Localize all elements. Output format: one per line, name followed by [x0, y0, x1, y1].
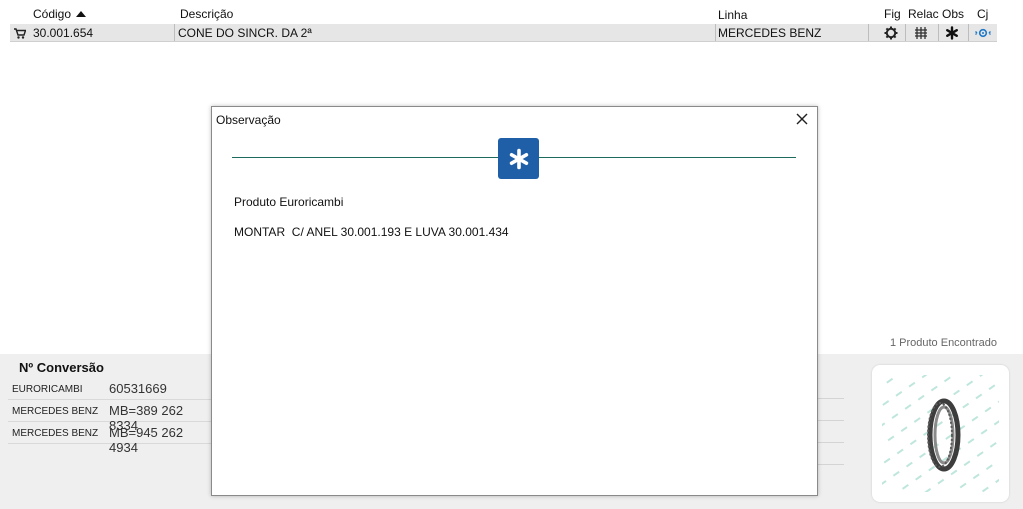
header-obs: Obs [942, 7, 965, 21]
conversion-title: Nº Conversão [19, 360, 104, 375]
cone-ring-image [882, 375, 999, 492]
header-linha[interactable]: Linha [718, 8, 747, 22]
table-header: Código Descrição Linha Fig Relac Obs Cj [0, 0, 1023, 22]
header-fig: Fig [884, 7, 901, 21]
sort-ascending-icon [76, 11, 87, 17]
gear-icon[interactable] [883, 25, 899, 41]
column-divider [174, 24, 175, 41]
results-count: 1 Produto Encontrado [889, 337, 997, 349]
list-item[interactable]: EURORICAMBI 60531669 [8, 378, 214, 400]
divider [816, 420, 844, 421]
conversion-brand: EURORICAMBI [12, 384, 83, 395]
close-icon[interactable] [795, 112, 809, 126]
observation-text-1: Produto Euroricambi [234, 195, 344, 209]
header-codigo[interactable]: Código [33, 7, 87, 21]
row-linha: MERCEDES BENZ [718, 26, 822, 40]
observation-dialog: Observação Produto Euroricambi MONTAR C/… [211, 106, 818, 496]
conversion-brand: MERCEDES BENZ [12, 428, 99, 439]
cart-icon[interactable] [12, 25, 28, 41]
relation-icon[interactable] [913, 25, 929, 41]
set-icon[interactable] [975, 25, 991, 41]
column-divider [868, 24, 869, 41]
column-divider [938, 24, 939, 41]
conversion-number: 60531669 [109, 381, 167, 396]
asterisk-icon[interactable] [944, 25, 960, 41]
product-image[interactable] [872, 365, 1009, 502]
conversion-number: MB=945 262 4934 [109, 425, 184, 455]
divider [816, 398, 844, 399]
column-divider [905, 24, 906, 41]
header-descricao[interactable]: Descrição [180, 7, 233, 21]
row-codigo: 30.001.654 [33, 26, 94, 40]
list-item[interactable]: MERCEDES BENZ MB=389 262 8334 [8, 400, 214, 433]
divider [816, 442, 844, 443]
table-row[interactable]: 30.001.654 CONE DO SINCR. DA 2ª MERCEDES… [10, 24, 997, 42]
conversion-brand: MERCEDES BENZ [12, 406, 99, 417]
column-divider [968, 24, 969, 41]
observation-text-2: MONTAR C/ ANEL 30.001.193 E LUVA 30.001.… [234, 225, 509, 239]
column-divider [715, 24, 716, 41]
asterisk-icon [498, 138, 539, 179]
header-cj: Cj [977, 7, 989, 21]
header-relac: Relac [908, 7, 939, 21]
divider [816, 464, 844, 465]
list-item[interactable]: MERCEDES BENZ MB=945 262 4934 [8, 422, 214, 455]
dialog-title: Observação [216, 113, 281, 127]
row-descricao: CONE DO SINCR. DA 2ª [178, 26, 312, 40]
